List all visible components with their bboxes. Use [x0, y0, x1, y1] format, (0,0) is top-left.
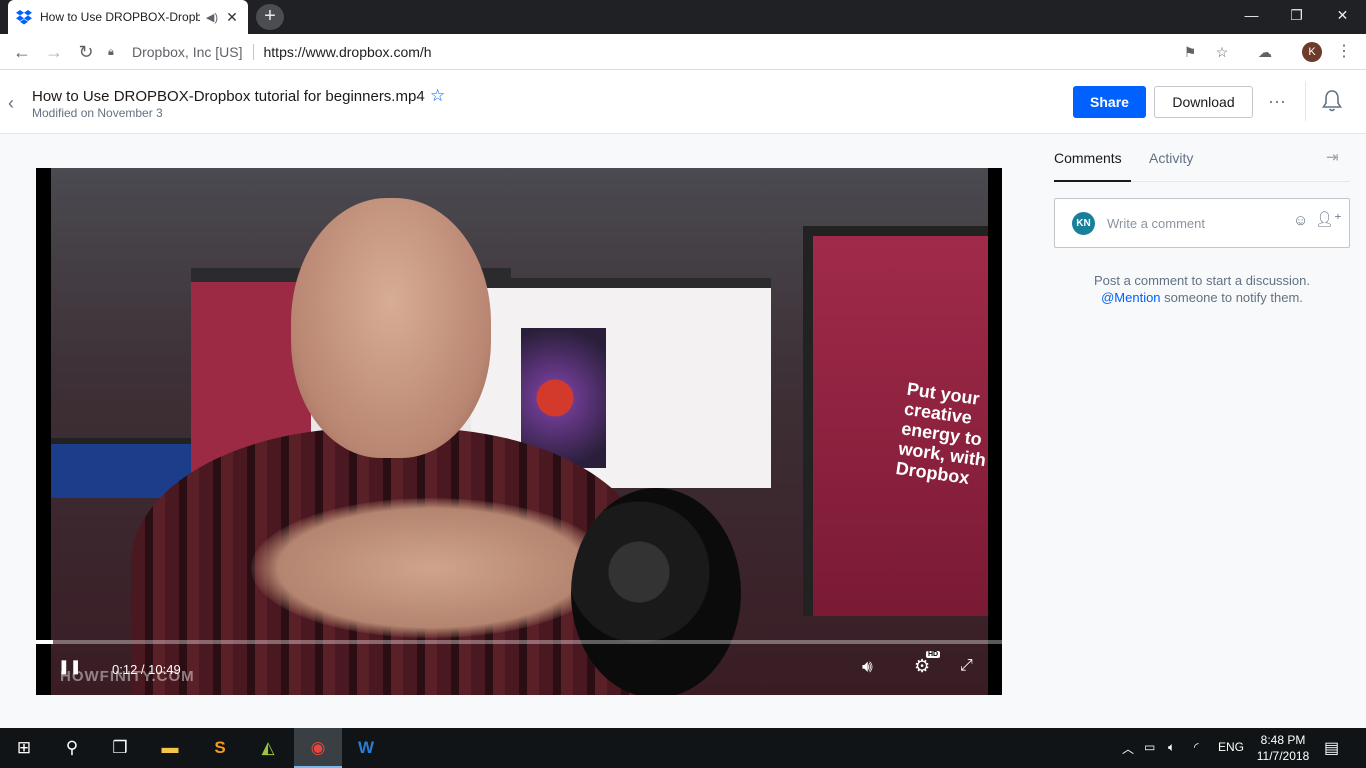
modified-date: Modified on November 3	[32, 106, 163, 120]
video-progress-bar[interactable]	[36, 640, 1002, 644]
close-window-button[interactable]: ✕	[1320, 0, 1365, 30]
back-arrow-icon[interactable]: ←	[10, 40, 34, 64]
hd-badge: HD	[926, 651, 941, 658]
bookmark-star-icon[interactable]: ☆	[1212, 42, 1232, 62]
video-scene-person-head	[291, 198, 491, 458]
mention-user-icon[interactable]: 👤︎⁺	[1315, 210, 1342, 228]
clock-date: 11/7/2018	[1256, 749, 1310, 763]
cloud-extension-icon[interactable]: ☁	[1255, 42, 1275, 62]
file-explorer-icon[interactable]: ▬	[146, 728, 194, 768]
header-divider	[1305, 81, 1306, 121]
wifi-icon[interactable]: ◜	[1194, 740, 1199, 754]
browser-tab-bar: How to Use DROPBOX-Dropbox tutorial for …	[0, 0, 1366, 34]
share-button[interactable]: Share	[1073, 86, 1146, 118]
chrome-icon[interactable]: ◉	[294, 728, 342, 768]
tab-comments[interactable]: Comments	[1054, 150, 1122, 166]
address-bar[interactable]: 🔒︎ Dropbox, Inc [US] https://www.dropbox…	[108, 37, 1248, 67]
collapse-panel-icon[interactable]: ⇥	[1326, 148, 1339, 166]
download-button[interactable]: Download	[1154, 86, 1253, 118]
video-scene-hands	[251, 498, 611, 638]
comment-placeholder[interactable]: Write a comment	[1107, 216, 1205, 231]
video-screen-text: Put your creative energy to work, with D…	[894, 378, 988, 489]
active-tab-underline	[1054, 180, 1131, 182]
more-options-icon[interactable]: ···	[1266, 91, 1288, 112]
settings-gear-icon[interactable]: ⚙	[914, 656, 930, 677]
volume-icon[interactable]: 🔊︎	[862, 657, 873, 677]
fullscreen-icon[interactable]: ⤢	[960, 657, 973, 675]
emoji-icon[interactable]: ☺	[1293, 212, 1308, 229]
file-header: ‹ How to Use DROPBOX-Dropbox tutorial fo…	[0, 71, 1366, 134]
hint-line-1: Post a comment to start a discussion.	[1093, 273, 1311, 288]
time-display: 0:12 / 10:49	[112, 662, 181, 677]
browser-tab[interactable]: How to Use DROPBOX-Dropbox tutorial for …	[8, 0, 248, 34]
site-identity: Dropbox, Inc [US]	[132, 44, 243, 60]
search-icon[interactable]: ⚲	[48, 728, 96, 768]
back-chevron-icon[interactable]: ‹	[8, 93, 14, 114]
show-hidden-icons-icon[interactable]: ︿	[1122, 740, 1134, 757]
translate-icon[interactable]: ⚑	[1180, 42, 1200, 62]
browser-toolbar: ← → ↻ 🔒︎ Dropbox, Inc [US] https://www.d…	[0, 34, 1366, 70]
dropbox-favicon-icon	[16, 10, 32, 25]
browser-menu-icon[interactable]: ⋮	[1336, 42, 1352, 62]
video-scene-camera-lens	[571, 488, 741, 695]
hint-line-2: @Mention someone to notify them.	[1054, 289, 1350, 306]
lock-icon: 🔒︎	[108, 45, 114, 58]
task-view-icon[interactable]: ❒	[96, 728, 144, 768]
minimize-button[interactable]: —	[1229, 0, 1274, 30]
file-title: How to Use DROPBOX-Dropbox tutorial for …	[32, 88, 425, 105]
empty-comments-hint: Post a comment to start a discussion. @M…	[1054, 272, 1350, 306]
star-icon[interactable]: ☆	[430, 86, 445, 106]
speaker-icon[interactable]: 🔈︎	[1168, 740, 1175, 755]
close-tab-icon[interactable]: ✕	[224, 9, 240, 26]
mention-link[interactable]: @Mention	[1101, 290, 1160, 305]
battery-icon[interactable]: ▭	[1144, 740, 1155, 754]
video-frame[interactable]: Put your creative energy to work, with D…	[51, 168, 988, 695]
tab-activity[interactable]: Activity	[1149, 150, 1193, 166]
preview-area: Put your creative energy to work, with D…	[0, 134, 1366, 728]
video-progress-fill	[36, 640, 54, 644]
notifications-icon[interactable]: ▤	[1324, 738, 1339, 758]
hint-line-2-text: someone to notify them.	[1160, 290, 1303, 305]
windows-start-icon[interactable]: ⊞	[0, 728, 48, 768]
video-scene-monitor-right: Put your creative energy to work, with D…	[803, 226, 988, 616]
new-tab-button[interactable]: +	[256, 4, 284, 30]
video-player[interactable]: Put your creative energy to work, with D…	[36, 168, 1002, 695]
clock-time: 8:48 PM	[1260, 733, 1306, 747]
windows-taskbar: ⊞ ⚲ ❒ ▬ S ◭ ◉ W ︿ ▭ 🔈︎ ◜ ENG 8:48 PM 11/…	[0, 728, 1366, 768]
sublime-text-icon[interactable]: S	[196, 728, 244, 768]
pause-icon[interactable]: ❚❚	[58, 658, 81, 675]
language-indicator[interactable]: ENG	[1218, 740, 1244, 754]
address-divider	[252, 44, 254, 60]
avatar: KN	[1072, 212, 1095, 235]
restore-button[interactable]: ❐	[1274, 0, 1319, 30]
url-text[interactable]: https://www.dropbox.com/h	[264, 44, 432, 60]
word-icon[interactable]: W	[342, 728, 390, 768]
bell-icon[interactable]	[1321, 89, 1343, 113]
forward-arrow-icon[interactable]: →	[42, 40, 66, 64]
reload-icon[interactable]: ↻	[74, 40, 98, 64]
android-studio-icon[interactable]: ◭	[244, 728, 292, 768]
audio-icon[interactable]: ◀)	[206, 11, 218, 24]
profile-avatar[interactable]: K	[1302, 42, 1322, 62]
tab-title: How to Use DROPBOX-Dropbox tutorial for …	[40, 10, 200, 24]
system-clock[interactable]: 8:48 PM 11/7/2018	[1252, 732, 1314, 764]
comment-input[interactable]: KN Write a comment ☺ 👤︎⁺	[1054, 198, 1350, 248]
comments-panel: Comments Activity ⇥ KN Write a comment ☺…	[1054, 134, 1350, 728]
